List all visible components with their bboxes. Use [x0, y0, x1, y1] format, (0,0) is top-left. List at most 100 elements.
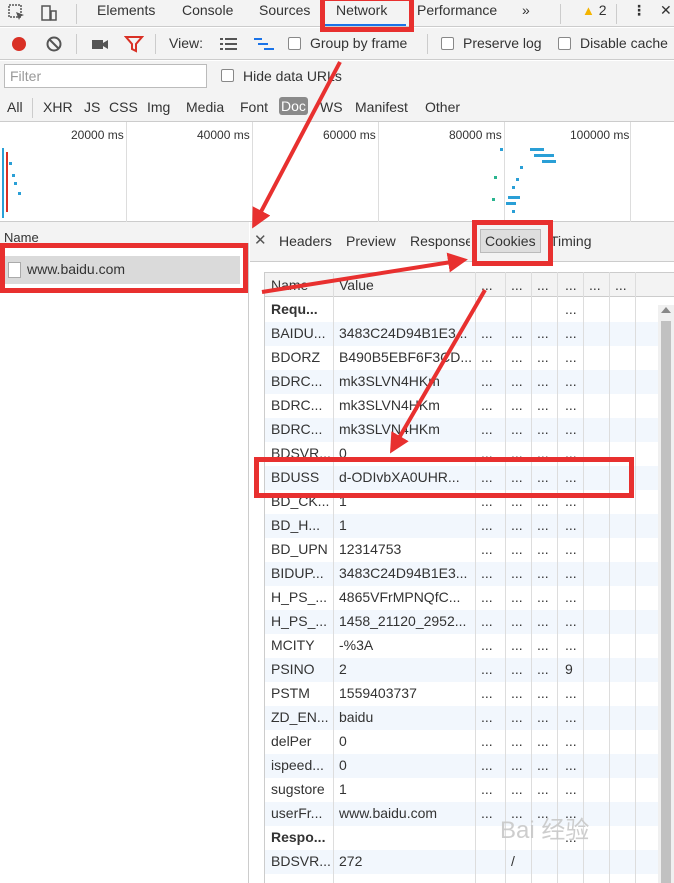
- cookie-attribute: ...: [537, 709, 549, 725]
- tab-performance[interactable]: Performance: [417, 2, 497, 18]
- filter-js[interactable]: JS: [84, 99, 100, 115]
- inspect-element-icon[interactable]: [6, 2, 28, 24]
- cookie-row[interactable]: ispeed... 0............: [265, 754, 660, 778]
- large-rows-icon[interactable]: [219, 36, 239, 52]
- cookie-attribute: ...: [511, 469, 523, 485]
- cookie-row[interactable]: BDRC... mk3SLVN4HKm............: [265, 394, 660, 418]
- cookie-attribute: ...: [537, 613, 549, 629]
- cookie-value: d-ODIvbXA0UHR...: [339, 469, 460, 485]
- timeline-mark: [506, 202, 516, 205]
- close-icon[interactable]: ✕: [660, 2, 672, 19]
- column-header[interactable]: ...: [481, 277, 493, 293]
- scrollbar-thumb[interactable]: [661, 321, 671, 883]
- filter-media[interactable]: Media: [186, 99, 224, 115]
- filter-ws[interactable]: WS: [320, 99, 343, 115]
- cookie-row[interactable]: MCITY -%3A............: [265, 634, 660, 658]
- cookie-attribute: ...: [511, 661, 523, 677]
- cookie-row[interactable]: delPer 0............: [265, 730, 660, 754]
- tab-preview[interactable]: Preview: [346, 233, 396, 249]
- close-detail-icon[interactable]: ✕: [254, 231, 267, 249]
- cookie-attribute: ...: [511, 589, 523, 605]
- cookie-attribute: ...: [511, 421, 523, 437]
- tab-timing[interactable]: Timing: [550, 233, 592, 249]
- preserve-log-checkbox[interactable]: [441, 37, 454, 50]
- cookie-attribute: ...: [511, 445, 523, 461]
- column-header[interactable]: ...: [537, 277, 549, 293]
- column-header[interactable]: ...: [565, 277, 577, 293]
- cookie-row[interactable]: BD_CK... 1............: [265, 490, 660, 514]
- vertical-scrollbar[interactable]: [658, 305, 674, 883]
- cookie-value: 1458_21120_2952...: [339, 613, 467, 629]
- cookie-row[interactable]: H_PS_... 1458_21120_2952...............: [265, 610, 660, 634]
- cookie-row[interactable]: BDSVR... 272 /: [265, 850, 660, 874]
- cookie-row[interactable]: H_PS_... 4865VFrMPNQfC...............: [265, 586, 660, 610]
- disable-cache-checkbox[interactable]: [558, 37, 571, 50]
- column-header-name[interactable]: Name: [271, 277, 308, 293]
- cookie-row[interactable]: BDUSS d-ODIvbXA0UHR...............: [265, 466, 660, 490]
- menu-kebab-icon[interactable]: ⋮: [632, 2, 646, 19]
- cookie-row[interactable]: BDORZ B490B5EBF6F3CD...............: [265, 346, 660, 370]
- warning-counter[interactable]: ▲ 2: [582, 2, 607, 18]
- cookie-row[interactable]: Respo......: [265, 826, 660, 850]
- tab-response[interactable]: Response: [410, 233, 470, 249]
- column-header[interactable]: ...: [615, 277, 627, 293]
- filter-other[interactable]: Other: [425, 99, 460, 115]
- column-header[interactable]: ...: [589, 277, 601, 293]
- cookie-row[interactable]: BD_H... 1............: [265, 514, 660, 538]
- filter-input[interactable]: [4, 64, 207, 88]
- cookie-row[interactable]: Requ......: [265, 298, 660, 322]
- filter-img[interactable]: Img: [147, 99, 170, 115]
- cookie-row[interactable]: BDRC... mk3SLVN4HKm............: [265, 418, 660, 442]
- cookie-attribute: ...: [537, 325, 549, 341]
- clear-icon[interactable]: [44, 34, 64, 54]
- name-column-header[interactable]: Name: [0, 222, 249, 244]
- cookie-attribute: ...: [565, 541, 577, 557]
- column-header[interactable]: ...: [511, 277, 523, 293]
- filter-funnel-icon[interactable]: [124, 34, 144, 54]
- timeline-mark: [512, 210, 515, 213]
- cookie-row[interactable]: BDSVR... 0............: [265, 442, 660, 466]
- cookie-name: BD_UPN: [271, 541, 328, 557]
- filter-doc[interactable]: Doc: [279, 97, 308, 115]
- cookie-name: H_PS_...: [271, 613, 328, 629]
- more-tabs-button[interactable]: »: [522, 2, 530, 18]
- cookie-row[interactable]: sugstore 1............: [265, 778, 660, 802]
- cookie-row[interactable]: BDRC... mk3SLVN4HKm............: [265, 370, 660, 394]
- cookie-attribute: ...: [565, 445, 577, 461]
- tab-elements[interactable]: Elements: [97, 2, 155, 18]
- device-toolbar-icon[interactable]: [38, 2, 60, 24]
- camera-icon[interactable]: [90, 34, 110, 54]
- cookie-row[interactable]: BAIDU... 3483C24D94B1E3...............: [265, 322, 660, 346]
- request-detail-pane: ✕ Headers Preview Response Cookies Timin…: [250, 222, 674, 883]
- column-header-value[interactable]: Value: [339, 277, 374, 293]
- network-overview-timeline[interactable]: 20000 ms 40000 ms 60000 ms 80000 ms 1000…: [0, 122, 674, 222]
- cookie-row[interactable]: BD_UPN 12314753............: [265, 538, 660, 562]
- request-row[interactable]: www.baidu.com: [0, 256, 240, 284]
- cookie-row[interactable]: PSTM 1559403737............: [265, 682, 660, 706]
- scroll-up-icon[interactable]: [661, 307, 671, 313]
- filter-xhr[interactable]: XHR: [43, 99, 73, 115]
- cookie-name: sugstore: [271, 781, 325, 797]
- cookie-attribute: ...: [511, 541, 523, 557]
- tab-network[interactable]: Network: [336, 2, 387, 18]
- waterfall-icon[interactable]: [253, 36, 275, 52]
- cookie-row[interactable]: userFr... www.baidu.com............: [265, 802, 660, 826]
- filter-all[interactable]: All: [7, 99, 23, 115]
- cookie-attribute: ...: [537, 781, 549, 797]
- tab-sources[interactable]: Sources: [259, 2, 310, 18]
- tab-console[interactable]: Console: [182, 2, 233, 18]
- cookie-value: 12314753: [339, 541, 402, 557]
- tab-headers[interactable]: Headers: [279, 233, 332, 249]
- cookie-name: H_PS_...: [271, 589, 328, 605]
- filter-css[interactable]: CSS: [109, 99, 138, 115]
- filter-manifest[interactable]: Manifest: [355, 99, 408, 115]
- group-by-frame-checkbox[interactable]: [288, 37, 301, 50]
- tab-cookies[interactable]: Cookies: [480, 229, 541, 253]
- cookie-row[interactable]: PSINO 2......... 9: [265, 658, 660, 682]
- cookie-row[interactable]: ZD_EN... baidu............: [265, 706, 660, 730]
- filter-font[interactable]: Font: [240, 99, 268, 115]
- hide-data-urls-checkbox[interactable]: [221, 69, 234, 82]
- record-icon[interactable]: [9, 34, 29, 54]
- cookie-row[interactable]: BIDUP... 3483C24D94B1E3...............: [265, 562, 660, 586]
- cookie-attribute: ...: [511, 637, 523, 653]
